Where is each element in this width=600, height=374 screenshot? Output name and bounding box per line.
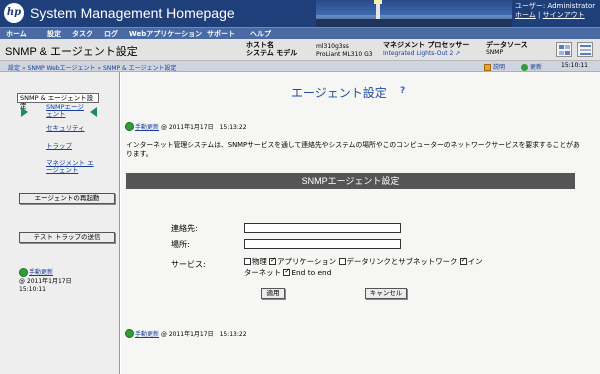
host-value: ml310g3ss [316,43,349,50]
nav-refresh-time: 15:10:11 [19,286,46,293]
restart-agents-button[interactable]: エージェントの再起動 [19,193,115,204]
nav-item-security[interactable]: セキュリティ [46,125,85,132]
service-label-applications: アプリケーション [277,257,337,266]
menu-web-applications[interactable]: Webアプリケーション [129,29,202,39]
service-checkbox-end-to-end[interactable] [283,267,291,276]
host-labels: ホスト名 システム モデル [246,41,297,57]
breadcrumb-settings[interactable]: 設定 [8,65,20,72]
list-view-icon[interactable] [577,42,593,57]
manual-refresh-link[interactable]: 手動更新 [135,124,159,131]
manual-refresh-link[interactable]: 手動更新 [135,331,159,338]
service-checkbox-datalink[interactable] [338,258,346,265]
breadcrumb-time: 15:10:11 [561,62,588,69]
breadcrumb: 設定 » SNMP Webエージェント » SNMP & エージェント設定 [8,63,176,72]
menu-settings[interactable]: 設定 [47,29,61,39]
nav-arrow-right-icon [21,107,28,117]
user-area: ユーザー: Administrator ホーム | サインアウト [515,2,595,20]
page-title: SNMP & エージェント設定 [5,46,138,58]
ds-label: データソース [486,41,528,49]
legend-link[interactable]: 説明 [484,62,505,71]
breadcrumb-separator: » [21,65,26,72]
model-label: システム モデル [246,49,298,57]
top-refresh: 手動更新 @ 2011年1月17日 15:13:22 [135,124,247,131]
service-checkbox-physical[interactable] [244,258,251,265]
menu-tasks[interactable]: タスク [72,29,93,39]
service-label-end-to-end: End to end [291,268,332,277]
menu-help[interactable]: ヘルプ [250,29,271,39]
home-link[interactable]: ホーム [515,11,536,19]
lighthouse-shape [376,2,380,19]
help-icon[interactable]: ? [400,86,405,96]
nav-item-traps[interactable]: トラップ [46,143,72,150]
send-test-trap-button[interactable]: テスト トラップの送信 [19,232,115,243]
refresh-icon [19,268,28,277]
management-processor: マネジメント プロセッサー Integrated Lights-Out 2 ↗ [383,41,470,57]
description-text: インターネット管理システムは、SNMPサービスを通して連絡先やシステムの場所やこ… [126,141,580,158]
banner-land-shape [316,19,512,27]
breadcrumb-bar: 設定 » SNMP Webエージェント » SNMP & エージェント設定 説明… [0,61,600,72]
contact-label: 連絡先: [171,224,198,233]
app-title: System Management Homepage [30,5,235,21]
signout-link[interactable]: サインアウト [543,11,585,19]
location-input[interactable] [244,239,401,249]
contact-input[interactable] [244,223,401,233]
lighthouse-light-shape [374,0,382,4]
refresh-link[interactable]: 更新 [521,62,542,71]
left-nav: SNMP & エージェント設定 SNMPエージェント セキュリティ トラップ マ… [0,72,120,374]
breadcrumb-separator: » [97,65,102,72]
cancel-button[interactable]: キャンセル [365,288,407,299]
service-label-datalink: データリンクとサブネットワーク [346,257,458,266]
menu-support[interactable]: サポート [207,29,235,39]
refresh-icon [521,64,528,71]
refresh-timestamp: @ 2011年1月17日 15:13:22 [160,124,247,131]
nav-refresh-date: @ 2011年1月17日 [19,278,72,285]
bottom-refresh: 手動更新 @ 2011年1月17日 15:13:22 [135,331,247,338]
user-label: ユーザー: Administrator [515,2,596,10]
mp-link[interactable]: Integrated Lights-Out 2 [383,50,453,57]
top-banner: hp System Management Homepage ユーザー: Admi… [0,0,600,27]
host-label: ホスト名 [246,41,274,49]
mp-label: マネジメント プロセッサー [383,41,470,49]
model-value: ProLiant ML310 G3 [316,51,373,58]
ds-value: SNMP [486,49,504,56]
nav-item-management-agents[interactable]: マネジメント エージェント [46,160,94,174]
menu-logs[interactable]: ログ [104,29,118,39]
nav-arrow-left-icon [90,107,97,117]
breadcrumb-snmp-agent-settings[interactable]: SNMP & エージェント設定 [103,65,176,72]
main-title: エージェント設定 [291,86,387,100]
legend-icon [484,64,491,71]
service-checkbox-applications[interactable] [269,256,277,265]
host-values: ml310g3ss ProLiant ML310 G3 [316,43,373,59]
manual-refresh-link[interactable]: 手動更新 [29,269,53,276]
menu-bar: ホーム 設定 タスク ログ Webアプリケーション サポート ヘルプ [0,27,600,39]
breadcrumb-snmp-web-agent[interactable]: SNMP Webエージェント [28,65,96,72]
apply-button[interactable]: 適用 [261,288,285,299]
data-source: データソース SNMP [486,41,528,57]
layout-view-icon[interactable] [556,42,572,57]
nav-item-snmp-agent[interactable]: SNMPエージェント [46,104,86,118]
nav-refresh: 手動更新 [29,269,53,276]
services-checkboxes: 物理 アプリケーション データリンクとサブネットワーク インターネット End … [244,256,484,278]
link-separator: | [538,11,541,19]
hp-logo: hp [4,3,24,23]
services-label: サービス: [171,260,206,269]
page-header: SNMP & エージェント設定 ホスト名 システム モデル ml310g3ss … [0,39,600,61]
service-checkbox-internet[interactable] [459,256,467,265]
nav-header: SNMP & エージェント設定 [17,93,99,110]
refresh-icon [125,122,134,131]
banner-image [316,0,512,27]
main-content: エージェント設定 ? 手動更新 @ 2011年1月17日 15:13:22 イン… [121,72,600,374]
section-header: SNMPエージェント設定 [126,173,575,189]
service-label-physical: 物理 [252,257,267,266]
refresh-timestamp: @ 2011年1月17日 15:13:22 [160,331,247,338]
menu-home[interactable]: ホーム [6,29,27,39]
refresh-icon [125,329,134,338]
location-label: 場所: [171,240,190,249]
